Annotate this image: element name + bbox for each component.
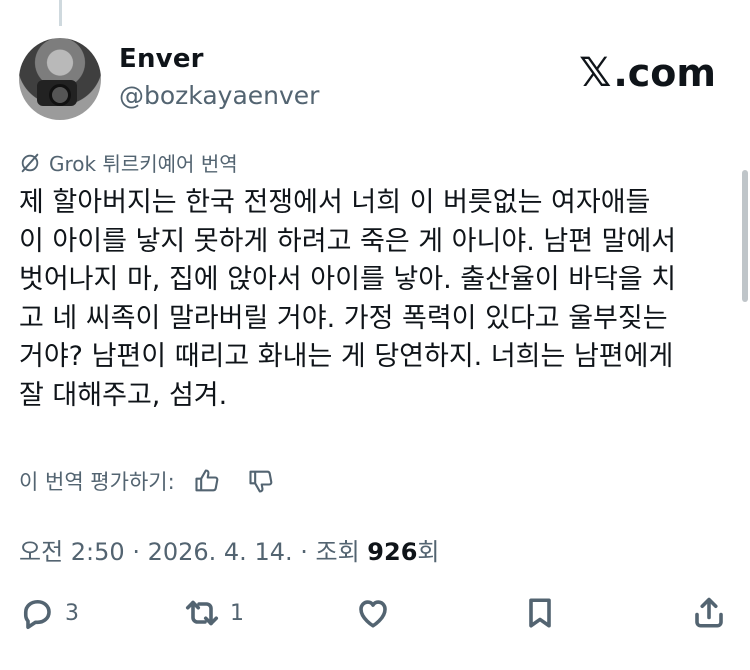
reply-icon: [23, 599, 51, 630]
tweet-time[interactable]: 오전 2:50: [19, 532, 125, 567]
avatar[interactable]: [19, 38, 101, 120]
brand-domain: .com: [613, 51, 716, 95]
thumbs-up-button[interactable]: [193, 467, 221, 495]
action-bar: 3 1: [19, 595, 731, 635]
thumbs-down-icon: [249, 470, 273, 493]
repost-icon: [185, 600, 219, 626]
x-logo-icon: 𝕏: [579, 50, 612, 96]
translation-banner: Grok 튀르키예어 번역: [19, 148, 238, 177]
author-handle[interactable]: @bozkayaenver: [119, 81, 319, 110]
author-display-name[interactable]: Enver: [119, 44, 204, 74]
thumbs-up-icon: [195, 469, 219, 492]
repost-button[interactable]: 1: [184, 595, 244, 631]
rating-label: 이 번역 평가하기:: [19, 470, 175, 494]
heart-icon: [359, 600, 387, 628]
reply-button[interactable]: 3: [19, 595, 79, 631]
camera-lens-shape: [49, 84, 71, 106]
translation-label: Grok 튀르키예어 번역: [49, 152, 238, 176]
scrollbar[interactable]: [742, 170, 748, 302]
separator-dot: ·: [292, 538, 316, 566]
bookmark-button[interactable]: [522, 595, 558, 631]
thumbs-down-button[interactable]: [247, 467, 275, 495]
repost-count: 1: [230, 600, 244, 626]
separator-dot: ·: [124, 538, 148, 566]
reply-count: 3: [65, 600, 79, 626]
bookmark-icon: [529, 598, 551, 628]
thread-connector-line: [59, 0, 62, 26]
views-label: 조회: [315, 538, 368, 566]
share-button[interactable]: [691, 595, 727, 631]
tweet-metadata: 오전 2:50 · 2026. 4. 14. · 조회 926 회: [19, 532, 440, 567]
tweet-text: 제 할아버지는 한국 전쟁에서 너희 이 버릇없는 여자애들 이 아이를 낳지 …: [19, 187, 677, 411]
share-icon: [695, 597, 723, 628]
views-count: 926: [367, 538, 418, 566]
tweet-date[interactable]: 2026. 4. 14.: [148, 538, 293, 566]
views-suffix: 회: [417, 538, 440, 566]
like-button[interactable]: [355, 595, 391, 631]
translation-rating: 이 번역 평가하기:: [19, 466, 275, 496]
x-com-logo: 𝕏 .com: [579, 50, 716, 96]
grok-icon: [21, 153, 39, 172]
